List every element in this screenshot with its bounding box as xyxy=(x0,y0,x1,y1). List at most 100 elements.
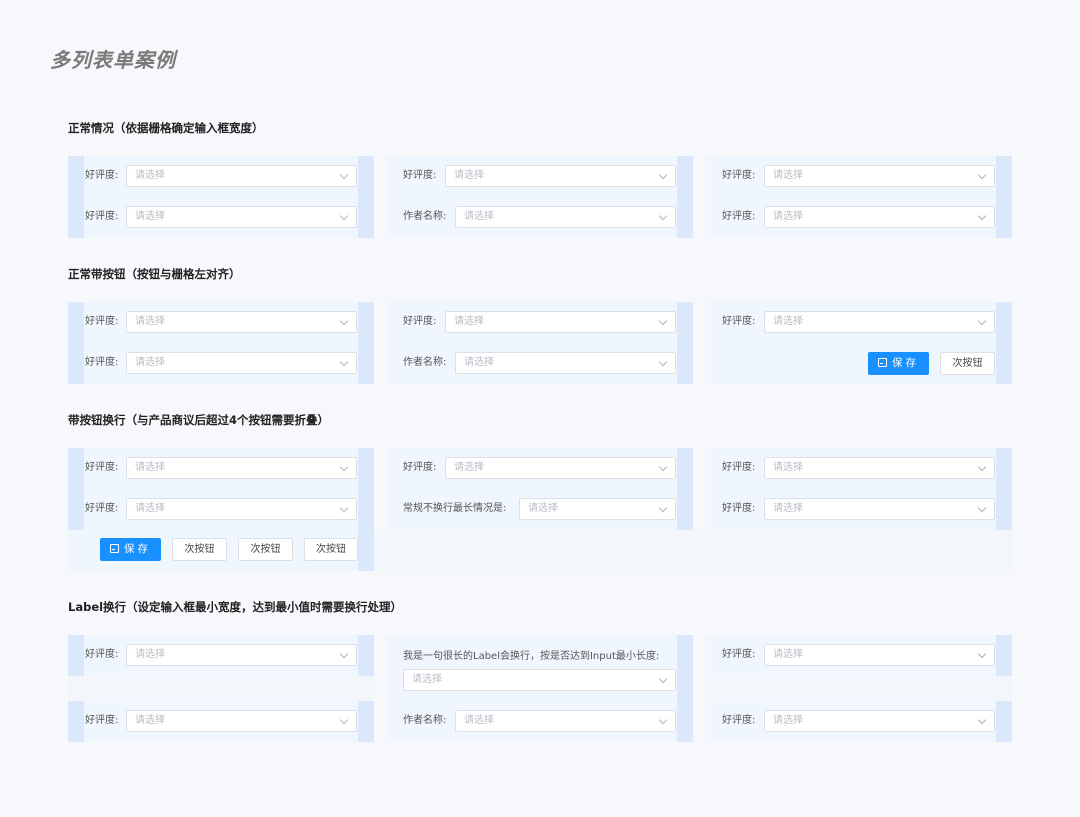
rating-select[interactable]: 请选择 xyxy=(126,644,357,666)
rating-select[interactable]: 请选择 xyxy=(764,165,995,187)
form-column-1: 好评度: 请选择 好评度: 请选择 xyxy=(68,156,374,238)
form-label: 好评度: xyxy=(85,165,118,187)
row-background xyxy=(374,530,1012,571)
select-placeholder: 请选择 xyxy=(135,711,165,731)
form-column-3: 好评度: 请选择 好评度: 请选择 xyxy=(705,156,1012,238)
rating-select[interactable]: 请选择 xyxy=(445,165,676,187)
rating-select[interactable]: 请选择 xyxy=(764,457,995,479)
select-placeholder: 请选择 xyxy=(454,312,484,332)
select-placeholder: 请选择 xyxy=(412,670,442,690)
chevron-down-icon xyxy=(978,463,986,471)
form-item: 作者名称: 请选择 xyxy=(386,352,693,374)
form-item: 常规不换行最长情况是: 请选择 xyxy=(386,498,693,520)
chevron-down-icon xyxy=(340,504,348,512)
select-placeholder: 请选择 xyxy=(135,312,165,332)
page-title: 多列表单案例 xyxy=(50,44,176,73)
secondary-button[interactable]: 次按钮 xyxy=(172,538,227,561)
chevron-down-icon xyxy=(659,212,667,220)
chevron-down-icon xyxy=(340,716,348,724)
author-select[interactable]: 请选择 xyxy=(455,710,676,732)
form-item: 我是一句很长的Label会换行，按是否达到Input最小长度: 请选择 xyxy=(386,646,693,696)
section-title-button-wrap: 带按钮换行（与产品商议后超过4个按钮需要折叠） xyxy=(68,412,329,428)
form-label: 好评度: xyxy=(722,457,755,479)
rating-select[interactable]: 请选择 xyxy=(126,352,357,374)
form-item: 好评度: 请选择 xyxy=(386,457,693,479)
secondary-button[interactable]: 次按钮 xyxy=(238,538,293,561)
chevron-down-icon xyxy=(659,358,667,366)
form-column-1: 好评度: 请选择 好评度: 请选择 xyxy=(68,302,374,384)
form-label: 常规不换行最长情况是: xyxy=(403,498,506,520)
save-button[interactable]: 保存 xyxy=(100,538,161,561)
author-select[interactable]: 请选择 xyxy=(455,352,676,374)
form-label: 好评度: xyxy=(403,165,436,187)
rating-select[interactable]: 请选择 xyxy=(764,644,995,666)
form-item: 好评度: 请选择 xyxy=(68,644,374,666)
chevron-down-icon xyxy=(978,317,986,325)
chevron-down-icon xyxy=(340,358,348,366)
chevron-down-icon xyxy=(659,317,667,325)
form-column-2: 好评度: 请选择 作者名称: 请选择 xyxy=(386,302,693,384)
section-title-normal: 正常情况（依据栅格确定输入框宽度） xyxy=(68,120,264,136)
rating-select[interactable]: 请选择 xyxy=(126,710,357,732)
select-placeholder: 请选择 xyxy=(773,645,803,665)
form-column-3: 好评度: 请选择 好评度: 请选择 xyxy=(705,635,1012,742)
chevron-down-icon xyxy=(659,716,667,724)
long-label-select[interactable]: 请选择 xyxy=(403,669,676,691)
form-label: 好评度: xyxy=(403,457,436,479)
form-label: 好评度: xyxy=(722,644,755,666)
rating-select[interactable]: 请选择 xyxy=(764,710,995,732)
form-label: 好评度: xyxy=(722,206,755,228)
secondary-button[interactable]: 次按钮 xyxy=(304,538,358,561)
long-form-label: 我是一句很长的Label会换行，按是否达到Input最小长度: xyxy=(403,646,659,668)
rating-select[interactable]: 请选择 xyxy=(764,206,995,228)
form-column-1: 好评度: 请选择 好评度: 请选择 保存 次按钮 次按钮 次按钮 xyxy=(68,448,374,571)
form-item: 好评度: 请选择 xyxy=(68,165,374,187)
form-item: 好评度: 请选择 xyxy=(68,206,374,228)
form-item: 好评度: 请选择 xyxy=(68,498,374,520)
chevron-down-icon xyxy=(340,650,348,658)
form-label: 作者名称: xyxy=(403,352,446,374)
rating-select[interactable]: 请选择 xyxy=(126,165,357,187)
chevron-down-icon xyxy=(978,650,986,658)
chevron-down-icon xyxy=(340,463,348,471)
rating-select[interactable]: 请选择 xyxy=(126,457,357,479)
chevron-down-icon xyxy=(978,212,986,220)
form-item: 作者名称: 请选择 xyxy=(386,206,693,228)
no-wrap-select[interactable]: 请选择 xyxy=(519,498,676,520)
select-placeholder: 请选择 xyxy=(135,645,165,665)
save-icon xyxy=(878,358,887,367)
form-item: 好评度: 请选择 xyxy=(386,311,693,333)
form-item: 好评度: 请选择 xyxy=(705,165,1012,187)
form-item: 好评度: 请选择 xyxy=(68,457,374,479)
rating-select[interactable]: 请选择 xyxy=(445,457,676,479)
author-select[interactable]: 请选择 xyxy=(455,206,676,228)
form-column-3: 好评度: 请选择 好评度: 请选择 xyxy=(705,448,1012,530)
secondary-button[interactable]: 次按钮 xyxy=(940,352,995,375)
select-placeholder: 请选择 xyxy=(135,353,165,373)
select-placeholder: 请选择 xyxy=(773,458,803,478)
form-item: 好评度: 请选择 xyxy=(705,311,1012,333)
chevron-down-icon xyxy=(978,171,986,179)
form-label: 好评度: xyxy=(403,311,436,333)
form-item: 好评度: 请选择 xyxy=(705,457,1012,479)
form-label: 好评度: xyxy=(85,352,118,374)
rating-select[interactable]: 请选择 xyxy=(764,498,995,520)
rating-select[interactable]: 请选择 xyxy=(445,311,676,333)
chevron-down-icon xyxy=(340,171,348,179)
chevron-down-icon xyxy=(340,317,348,325)
select-placeholder: 请选择 xyxy=(454,458,484,478)
chevron-down-icon xyxy=(659,675,667,683)
rating-select[interactable]: 请选择 xyxy=(126,311,357,333)
form-label: 好评度: xyxy=(722,710,755,732)
section-title-label-wrap: Label换行（设定输入框最小宽度，达到最小值时需要换行处理） xyxy=(68,599,402,615)
rating-select[interactable]: 请选择 xyxy=(126,206,357,228)
save-icon xyxy=(110,544,119,553)
chevron-down-icon xyxy=(659,171,667,179)
form-column-2: 我是一句很长的Label会换行，按是否达到Input最小长度: 请选择 作者名称… xyxy=(386,635,693,742)
rating-select[interactable]: 请选择 xyxy=(126,498,357,520)
form-item: 好评度: 请选择 xyxy=(705,498,1012,520)
form-label: 作者名称: xyxy=(403,710,446,732)
save-button[interactable]: 保存 xyxy=(868,352,929,375)
rating-select[interactable]: 请选择 xyxy=(764,311,995,333)
form-item: 好评度: 请选择 xyxy=(386,165,693,187)
